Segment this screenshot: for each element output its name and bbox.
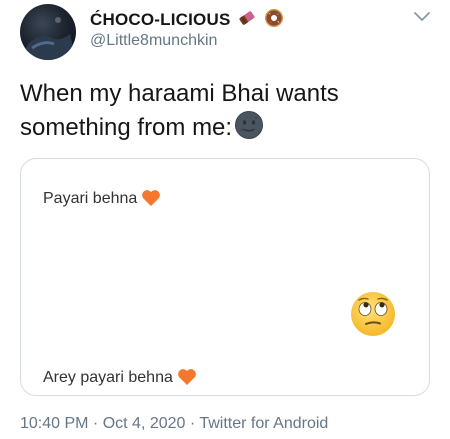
tweet-timestamp-source[interactable]: 10:40 PM · Oct 4, 2020 · Twitter for And… — [20, 415, 328, 433]
display-name-text: ĆHOCO-LICIOUS — [90, 10, 231, 29]
tweet-text: When my haraami Bhai wants something fro… — [20, 78, 440, 149]
doughnut-icon — [264, 8, 284, 33]
user-handle[interactable]: @Little8munchkin — [90, 32, 217, 50]
chevron-down-icon[interactable] — [413, 10, 431, 22]
media-caption-top-text: Payari behna — [43, 190, 138, 207]
orange-heart-icon — [141, 189, 161, 212]
orange-heart-icon — [177, 368, 197, 391]
media-caption-top: Payari behna — [43, 189, 161, 212]
media-image[interactable]: Payari behna Arey payari behna — [20, 158, 430, 396]
tweet-text-body: When my haraami Bhai wants something fro… — [20, 80, 339, 141]
media-caption-bottom-text: Arey payari behna — [43, 369, 173, 386]
avatar[interactable] — [20, 4, 76, 60]
chocolate-bar-icon — [237, 8, 257, 33]
display-name[interactable]: ĆHOCO-LICIOUS — [90, 8, 284, 33]
media-caption-bottom: Arey payari behna — [43, 368, 197, 391]
face-with-rolling-eyes-icon — [351, 292, 395, 336]
new-moon-face-icon — [234, 110, 264, 149]
avatar-photo-icon — [20, 17, 76, 60]
